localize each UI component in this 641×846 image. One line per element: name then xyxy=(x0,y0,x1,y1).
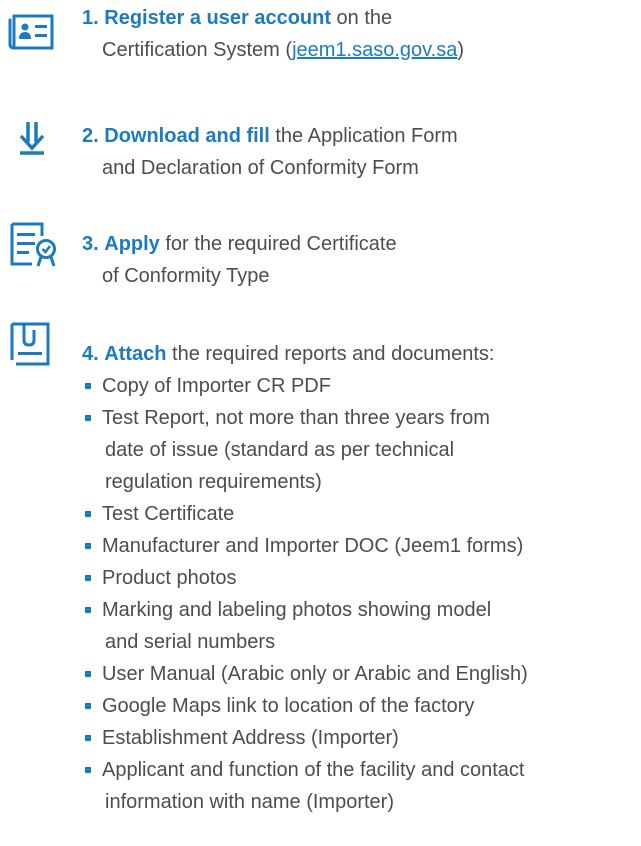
step-1-highlight: Register a user account xyxy=(104,7,331,29)
step-1-line-1: 1. Register a user account on the xyxy=(82,2,637,34)
step-4-line-1: 4. Attach the required reports and docum… xyxy=(82,338,637,370)
list-item-text: Marking and labeling photos showing mode… xyxy=(102,599,492,621)
list-item-text: Test Report, not more than three years f… xyxy=(102,407,490,429)
list-item-text-cont: and serial numbers xyxy=(105,631,276,653)
list-item-text-cont: date of issue (standard as per technical xyxy=(105,439,455,461)
list-item-text: Establishment Address (Importer) xyxy=(102,727,399,749)
step-2-number: 2. xyxy=(82,125,99,147)
list-item: Copy of Importer CR PDF xyxy=(82,370,637,402)
step-2-highlight: Download and fill xyxy=(104,125,270,147)
list-item-text: Manufacturer and Importer DOC (Jeem1 for… xyxy=(102,535,524,557)
step-1-line-2: Certification System (jeem1.saso.gov.sa) xyxy=(82,34,637,66)
list-item: Establishment Address (Importer) xyxy=(82,722,637,754)
list-item-text: Product photos xyxy=(102,567,237,589)
list-item: User Manual (Arabic only or Arabic and E… xyxy=(82,658,637,690)
certificate-document-icon xyxy=(8,222,56,270)
step-2-text: 2. Download and fill the Application For… xyxy=(82,120,637,184)
jeem1-link[interactable]: jeem1.saso.gov.sa xyxy=(292,39,457,61)
step-2-line-1: 2. Download and fill the Application For… xyxy=(82,120,637,152)
step-1-line-2-after: ) xyxy=(457,39,465,61)
attachment-clip-icon xyxy=(8,320,56,368)
step-3-number: 3. xyxy=(82,233,99,255)
step-4-text: 4. Attach the required reports and docum… xyxy=(82,338,637,818)
download-icon xyxy=(8,120,56,168)
step-3-highlight: Apply xyxy=(104,233,160,255)
step-4-number: 4. xyxy=(82,343,99,365)
id-card-icon xyxy=(8,10,56,58)
step-4-highlight: Attach xyxy=(104,343,167,365)
list-item-text-cont: regulation requirements) xyxy=(105,471,322,493)
step-3-line-2: of Conformity Type xyxy=(102,265,270,287)
required-documents-list: Copy of Importer CR PDF Test Report, not… xyxy=(82,370,637,818)
step-1-text: 1. Register a user account on the Certif… xyxy=(82,2,637,66)
list-item: Marking and labeling photos showing mode… xyxy=(82,594,637,658)
step-3-line-1: 3. Apply for the required Certificate xyxy=(82,228,637,260)
list-item: Test Certificate xyxy=(82,498,637,530)
list-item: Applicant and function of the facility a… xyxy=(82,754,637,818)
list-item: Product photos xyxy=(82,562,637,594)
step-2-text-after: the Application Form xyxy=(269,125,458,147)
list-item: Test Report, not more than three years f… xyxy=(82,402,637,498)
list-item-text: Test Certificate xyxy=(102,503,235,525)
step-3-text: 3. Apply for the required Certificate of… xyxy=(82,228,637,292)
step-2-line-2: and Declaration of Conformity Form xyxy=(102,157,419,179)
step-4-text-after: the required reports and documents: xyxy=(166,343,495,365)
list-item-text: Copy of Importer CR PDF xyxy=(102,375,331,397)
step-1-number: 1. xyxy=(82,7,99,29)
list-item-text-cont: information with name (Importer) xyxy=(105,791,394,813)
list-item: Manufacturer and Importer DOC (Jeem1 for… xyxy=(82,530,637,562)
list-item: Google Maps link to location of the fact… xyxy=(82,690,637,722)
list-item-text: Google Maps link to location of the fact… xyxy=(102,695,475,717)
step-1-line-2-before: Certification System ( xyxy=(102,39,293,61)
step-1-text-after: on the xyxy=(331,7,393,29)
list-item-text: User Manual (Arabic only or Arabic and E… xyxy=(102,663,528,685)
list-item-text: Applicant and function of the facility a… xyxy=(102,759,525,781)
step-3-text-after: for the required Certificate xyxy=(159,233,397,255)
